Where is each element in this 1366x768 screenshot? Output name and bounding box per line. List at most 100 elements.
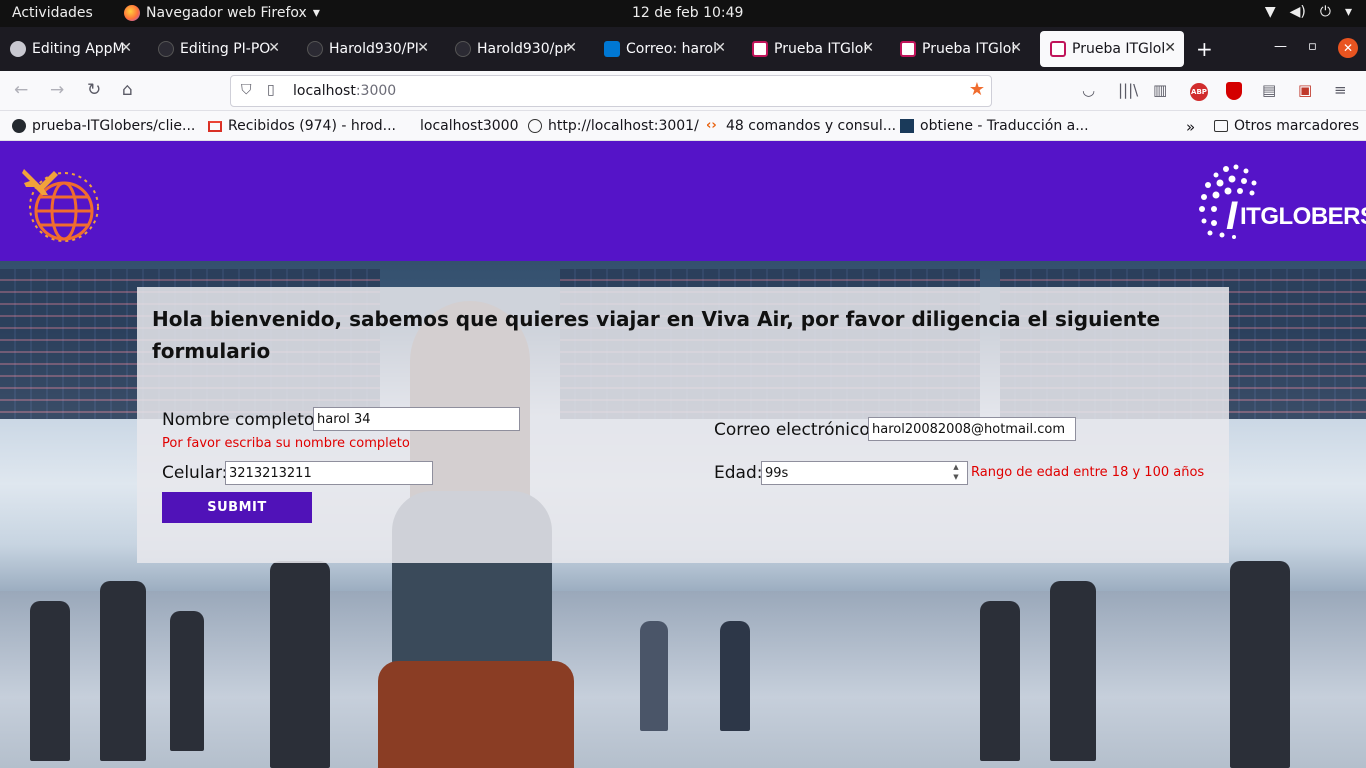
library-icon[interactable]: |||\ — [1118, 81, 1138, 99]
new-tab-button[interactable]: + — [1196, 37, 1213, 61]
full-name-input[interactable] — [313, 407, 520, 431]
site-header: I ITGLOBERS — [0, 141, 1366, 261]
passenger — [1230, 561, 1290, 768]
volume-icon: ◀) — [1289, 4, 1306, 20]
close-icon[interactable]: ✕ — [862, 40, 874, 56]
ublock-origin-icon[interactable] — [1226, 82, 1242, 100]
close-icon[interactable]: ✕ — [417, 40, 429, 56]
clock[interactable]: 12 de feb 10:49 — [632, 5, 743, 21]
passenger — [980, 601, 1020, 761]
back-button[interactable]: ← — [14, 80, 28, 100]
site-favicon-icon — [1050, 41, 1066, 57]
github-icon — [455, 41, 471, 57]
email-input[interactable] — [868, 417, 1076, 441]
terminal-floor — [0, 591, 1366, 768]
travel-form-panel: Hola bienvenido, sabemos que quieres via… — [137, 287, 1229, 563]
age-stepper-icon[interactable]: ▲ ▼ — [949, 462, 963, 484]
tab-1[interactable]: Editing PI-PO ✕ — [148, 31, 288, 67]
code-icon: ‹› — [706, 118, 717, 133]
bookmark-item[interactable]: prueba-ITGlobers/clie... — [12, 118, 195, 134]
tab-label: Editing AppM — [32, 41, 124, 57]
navigation-toolbar: ← → ↻ ⌂ ⛉ ▯ localhost:3000 ★ ◡ |||\ ▥ ▤ … — [0, 71, 1366, 111]
firefox-icon — [124, 5, 140, 21]
system-top-bar: Actividades Navegador web Firefox ▾ 12 d… — [0, 0, 1366, 27]
tab-0[interactable]: Editing AppM ✕ — [0, 31, 140, 67]
dictionary-icon — [900, 119, 914, 133]
bookmark-item[interactable]: Recibidos (974) - hrod... — [208, 118, 396, 134]
close-icon[interactable]: ✕ — [1010, 40, 1022, 56]
age-input[interactable] — [761, 461, 968, 485]
passenger — [170, 611, 204, 751]
bookmarks-toolbar: prueba-ITGlobers/clie... Recibidos (974)… — [0, 111, 1366, 141]
close-icon[interactable]: ✕ — [1164, 40, 1176, 56]
pocket-icon[interactable]: ◡ — [1082, 81, 1095, 99]
form-title: Hola bienvenido, sabemos que quieres via… — [152, 307, 1161, 363]
submit-button[interactable]: SUBMIT — [162, 492, 312, 523]
passenger — [1050, 581, 1096, 761]
close-icon[interactable]: ✕ — [714, 40, 726, 56]
tab-6[interactable]: Prueba ITGlob ✕ — [890, 31, 1030, 67]
tab-label: Editing PI-PO — [180, 41, 271, 57]
forward-button[interactable]: → — [50, 80, 64, 100]
app-menu-label: Navegador web Firefox — [146, 5, 307, 21]
github-icon — [158, 41, 174, 57]
bookmark-item[interactable]: ‹› 48 comandos y consul... — [706, 118, 896, 134]
page-info-icon[interactable]: ▯ — [267, 82, 275, 98]
address-bar[interactable]: ⛉ ▯ localhost:3000 ★ — [230, 75, 992, 107]
itglobers-logo-text: ITGLOBERS — [1240, 203, 1366, 230]
extension-icon[interactable]: ▣ — [1298, 81, 1312, 99]
passenger — [270, 561, 330, 768]
minimize-button[interactable]: — — [1274, 39, 1287, 54]
bookmarks-overflow-icon[interactable]: » — [1186, 118, 1195, 136]
github-icon — [12, 119, 26, 133]
svg-text:I: I — [1226, 194, 1238, 238]
name-label: Nombre completo: — [162, 410, 321, 430]
tab-5[interactable]: Prueba ITGlob ✕ — [742, 31, 882, 67]
tab-7-active[interactable]: Prueba ITGlob ✕ — [1040, 31, 1184, 67]
wifi-icon: ▼ — [1264, 4, 1276, 20]
itglobers-logo[interactable]: I ITGLOBERS — [1196, 161, 1366, 243]
url-text[interactable]: localhost:3000 — [293, 83, 396, 99]
passenger — [30, 601, 70, 761]
power-icon: ⏻ — [1319, 4, 1331, 20]
folder-icon — [1214, 120, 1228, 132]
bookmark-item[interactable]: http://localhost:3001/ — [528, 118, 699, 134]
close-icon[interactable]: ✕ — [565, 40, 577, 56]
shield-icon[interactable]: ⛉ — [241, 82, 252, 98]
reload-button[interactable]: ↻ — [87, 80, 101, 100]
chevron-down-icon: ▾ — [1344, 4, 1352, 20]
tab-label: Prueba ITGlob — [922, 41, 1014, 57]
passenger — [640, 621, 668, 731]
bookmark-star-icon[interactable]: ★ — [969, 79, 985, 100]
activities-button[interactable]: Actividades — [12, 5, 93, 21]
home-button[interactable]: ⌂ — [122, 80, 133, 100]
sidebar-icon[interactable]: ▥ — [1153, 81, 1167, 99]
other-bookmarks-folder[interactable]: Otros marcadores — [1214, 118, 1359, 134]
tab-4[interactable]: Correo: harol ✕ — [594, 31, 734, 67]
tab-2[interactable]: Harold930/PI- ✕ — [297, 31, 437, 67]
tab-label: Correo: harol — [626, 41, 717, 57]
tab-label: Prueba ITGlob — [774, 41, 866, 57]
window-close-button[interactable]: ✕ — [1338, 38, 1358, 58]
bookmark-item[interactable]: localhost3000 — [400, 118, 518, 134]
adblock-plus-icon[interactable]: ABP — [1190, 83, 1208, 101]
traveler-skirt — [378, 661, 574, 768]
extension-icon[interactable]: ▤ — [1262, 81, 1276, 99]
email-label: Correo electrónico: — [714, 420, 876, 440]
page-viewport: I ITGLOBERS Hola bienvenido, sabemos que… — [0, 141, 1366, 768]
tab-label: Prueba ITGlob — [1072, 41, 1164, 57]
hamburger-menu-icon[interactable]: ≡ — [1334, 81, 1347, 99]
app-menu[interactable]: Navegador web Firefox ▾ — [124, 5, 320, 21]
maximize-button[interactable]: ▫ — [1308, 39, 1317, 54]
tab-label: Harold930/PI- — [329, 41, 421, 57]
tab-label: Harold930/pr — [477, 41, 569, 57]
bookmark-item[interactable]: obtiene - Traducción a... — [900, 118, 1089, 134]
phone-input[interactable] — [225, 461, 433, 485]
tab-3[interactable]: Harold930/pr ✕ — [445, 31, 585, 67]
system-tray[interactable]: ▼ ◀) ⏻ ▾ — [1265, 4, 1352, 20]
passenger — [720, 621, 750, 731]
age-label: Edad: — [714, 463, 763, 483]
close-icon[interactable]: ✕ — [268, 40, 280, 56]
close-icon[interactable]: ✕ — [120, 40, 132, 56]
travel-globe-logo-icon[interactable] — [18, 159, 104, 245]
